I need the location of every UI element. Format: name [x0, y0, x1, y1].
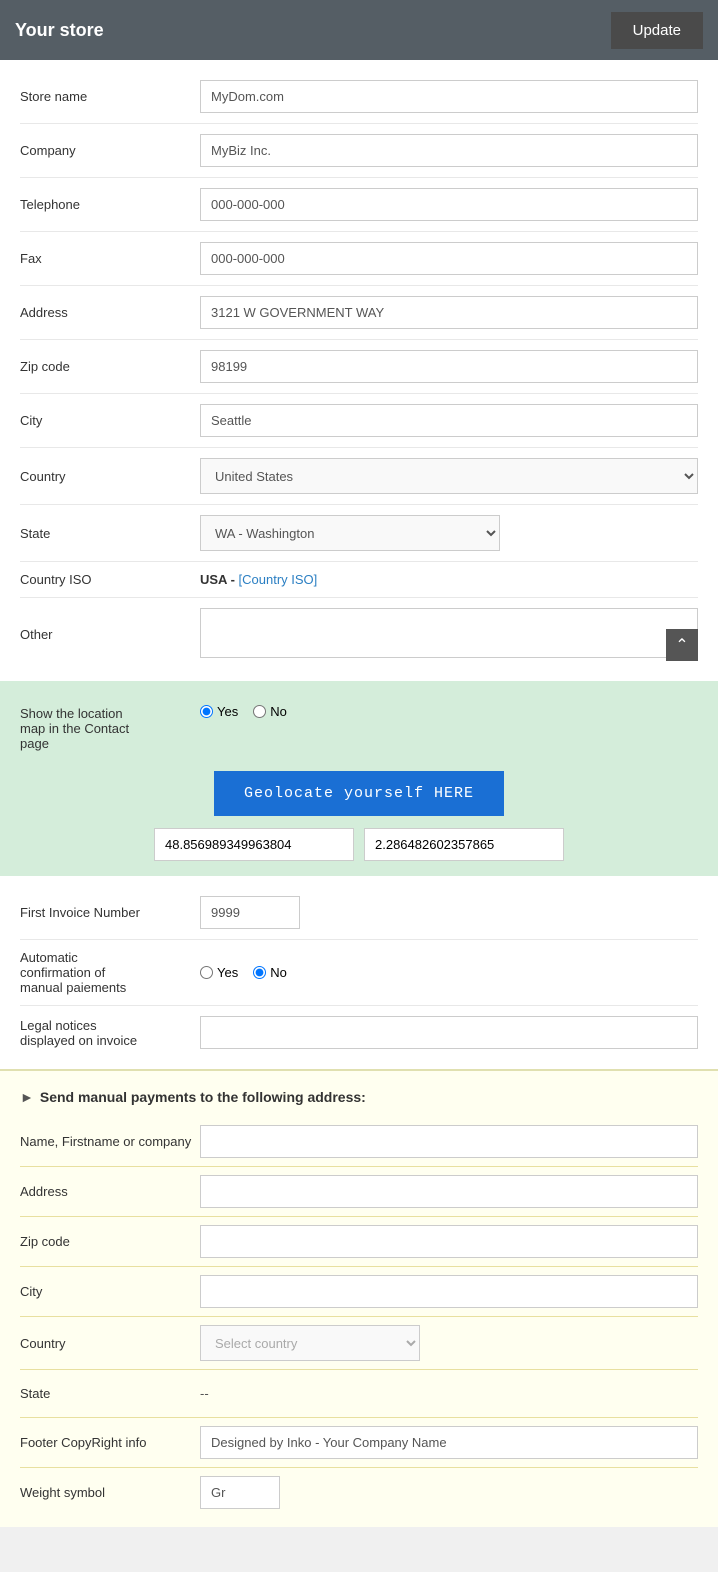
invoice-section: First Invoice Number Automatic confirmat… — [0, 876, 718, 1069]
geolocate-button[interactable]: Geolocate yourself HERE — [214, 771, 504, 816]
other-label: Other — [20, 627, 200, 642]
fax-input[interactable] — [200, 242, 698, 275]
main-form: Store name Company Telephone Fax Address… — [0, 60, 718, 681]
state-select[interactable]: WA - Washington — [200, 515, 500, 551]
show-map-yes-label[interactable]: Yes — [200, 704, 238, 719]
company-label: Company — [20, 143, 200, 158]
address-input[interactable] — [200, 296, 698, 329]
footer-copyright-label: Footer CopyRight info — [20, 1435, 200, 1450]
payment-name-input[interactable] — [200, 1125, 698, 1158]
location-map-section: Show the location map in the Contact pag… — [0, 681, 718, 876]
show-map-no-label[interactable]: No — [253, 704, 287, 719]
auto-confirm-no-radio[interactable] — [253, 966, 266, 979]
payment-zip-label: Zip code — [20, 1234, 200, 1249]
state-label: State — [20, 526, 200, 541]
payment-city-input[interactable] — [200, 1275, 698, 1308]
manual-payments-header: ► Send manual payments to the following … — [20, 1081, 698, 1117]
other-row: Other ⌃ — [20, 598, 698, 671]
other-textarea[interactable] — [200, 608, 698, 658]
country-iso-link[interactable]: [Country ISO] — [239, 572, 318, 587]
payment-name-row: Name, Firstname or company — [20, 1117, 698, 1167]
fax-row: Fax — [20, 232, 698, 286]
country-iso-row: Country ISO USA - [Country ISO] — [20, 562, 698, 598]
first-invoice-row: First Invoice Number — [20, 886, 698, 940]
country-label: Country — [20, 469, 200, 484]
update-button[interactable]: Update — [611, 12, 703, 49]
telephone-input[interactable] — [200, 188, 698, 221]
show-map-no-radio[interactable] — [253, 705, 266, 718]
address-label: Address — [20, 305, 200, 320]
show-map-row: Show the location map in the Contact pag… — [20, 696, 698, 759]
show-map-yes-radio[interactable] — [200, 705, 213, 718]
page-title: Your store — [15, 20, 104, 41]
zip-input[interactable] — [200, 350, 698, 383]
payment-state-value: -- — [200, 1378, 209, 1409]
weight-symbol-input[interactable] — [200, 1476, 280, 1509]
show-map-label: Show the location map in the Contact pag… — [20, 704, 200, 751]
page-header: Your store Update — [0, 0, 718, 60]
footer-copyright-row: Footer CopyRight info — [20, 1418, 698, 1468]
first-invoice-label: First Invoice Number — [20, 905, 200, 920]
country-select[interactable]: United States — [200, 458, 698, 494]
payment-name-label: Name, Firstname or company — [20, 1134, 200, 1149]
fax-label: Fax — [20, 251, 200, 266]
country-iso-label: Country ISO — [20, 572, 200, 587]
state-row: State WA - Washington — [20, 505, 698, 562]
payment-state-row: State -- — [20, 1370, 698, 1418]
footer-copyright-input[interactable] — [200, 1426, 698, 1459]
telephone-row: Telephone — [20, 178, 698, 232]
geo-inputs-row — [20, 828, 698, 861]
auto-confirm-label: Automatic confirmation of manual paiemen… — [20, 950, 200, 995]
weight-symbol-label: Weight symbol — [20, 1485, 200, 1500]
show-map-radio-group: Yes No — [200, 704, 287, 719]
payment-zip-input[interactable] — [200, 1225, 698, 1258]
payment-zip-row: Zip code — [20, 1217, 698, 1267]
store-name-row: Store name — [20, 70, 698, 124]
city-input[interactable] — [200, 404, 698, 437]
auto-confirm-row: Automatic confirmation of manual paiemen… — [20, 940, 698, 1006]
city-label: City — [20, 413, 200, 428]
store-name-input[interactable] — [200, 80, 698, 113]
company-row: Company — [20, 124, 698, 178]
address-row: Address — [20, 286, 698, 340]
legal-notices-row: Legal notices displayed on invoice — [20, 1006, 698, 1059]
zip-row: Zip code — [20, 340, 698, 394]
first-invoice-input[interactable] — [200, 896, 300, 929]
payment-country-select[interactable]: Select country — [200, 1325, 420, 1361]
payment-address-label: Address — [20, 1184, 200, 1199]
telephone-label: Telephone — [20, 197, 200, 212]
payment-country-row: Country Select country — [20, 1317, 698, 1370]
payment-address-input[interactable] — [200, 1175, 698, 1208]
payment-city-label: City — [20, 1284, 200, 1299]
other-wrapper: ⌃ — [200, 608, 698, 661]
payment-city-row: City — [20, 1267, 698, 1317]
payment-state-label: State — [20, 1386, 200, 1401]
country-iso-text: USA - — [200, 572, 239, 587]
longitude-input[interactable] — [364, 828, 564, 861]
section-arrow-icon: ► — [20, 1089, 34, 1105]
city-row: City — [20, 394, 698, 448]
zip-label: Zip code — [20, 359, 200, 374]
auto-confirm-radio-group: Yes No — [200, 965, 287, 980]
store-name-label: Store name — [20, 89, 200, 104]
auto-confirm-no-label[interactable]: No — [253, 965, 287, 980]
country-iso-value: USA - [Country ISO] — [200, 572, 317, 587]
payment-address-row: Address — [20, 1167, 698, 1217]
manual-payments-section: ► Send manual payments to the following … — [0, 1069, 718, 1527]
auto-confirm-yes-radio[interactable] — [200, 966, 213, 979]
legal-notices-label: Legal notices displayed on invoice — [20, 1018, 200, 1048]
payment-country-label: Country — [20, 1336, 200, 1351]
auto-confirm-yes-label[interactable]: Yes — [200, 965, 238, 980]
latitude-input[interactable] — [154, 828, 354, 861]
scroll-top-button[interactable]: ⌃ — [666, 629, 698, 661]
company-input[interactable] — [200, 134, 698, 167]
country-row: Country United States — [20, 448, 698, 505]
weight-symbol-row: Weight symbol — [20, 1468, 698, 1517]
legal-notices-input[interactable] — [200, 1016, 698, 1049]
